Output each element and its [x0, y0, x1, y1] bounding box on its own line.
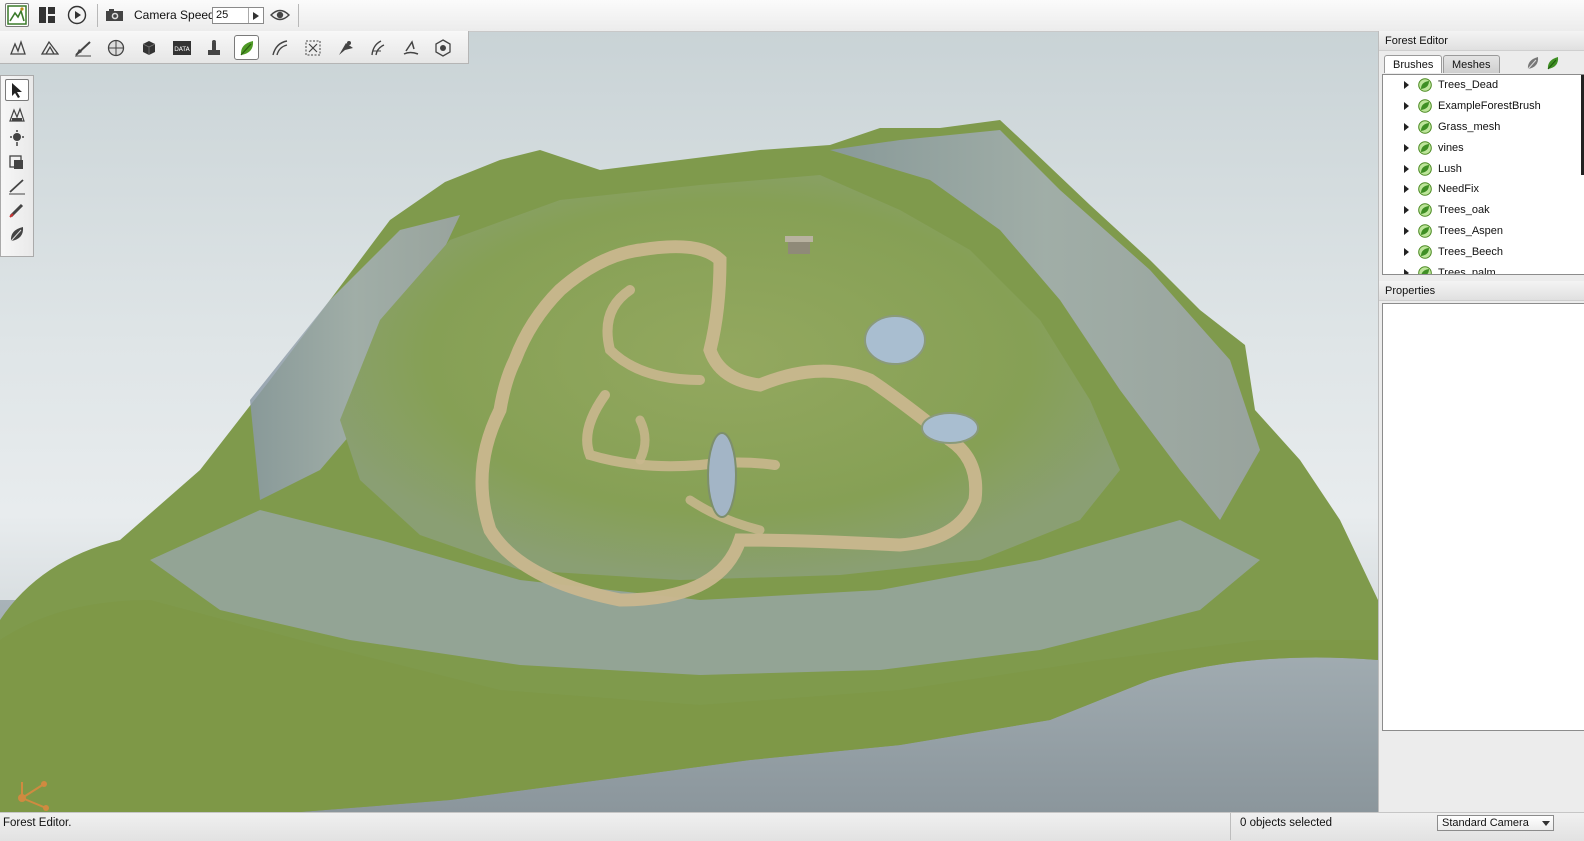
selection-count: 0 objects selected — [1230, 813, 1341, 840]
tab-meshes[interactable]: Meshes — [1443, 55, 1500, 73]
terrain-editor-icon[interactable] — [37, 35, 62, 60]
camera-icon[interactable] — [103, 3, 127, 27]
list-item[interactable]: Trees_Dead — [1383, 75, 1584, 96]
material-editor-icon[interactable] — [103, 35, 128, 60]
expand-arrow-icon[interactable] — [1404, 164, 1409, 173]
brush-label: NeedFix — [1438, 183, 1479, 196]
list-item[interactable]: Lush — [1383, 158, 1584, 179]
forest-brush-icon — [1418, 224, 1432, 238]
list-item[interactable]: Trees_palm — [1383, 262, 1584, 275]
chevron-down-icon — [1542, 821, 1550, 826]
camera-speed-arrow-icon[interactable] — [248, 8, 263, 23]
decal-editor-icon[interactable] — [333, 35, 358, 60]
road-editor-icon[interactable] — [267, 35, 292, 60]
forest-editor-icon[interactable] — [234, 35, 259, 60]
object-editor-icon[interactable] — [5, 35, 30, 60]
visibility-eye-icon[interactable] — [268, 3, 292, 27]
expand-arrow-icon[interactable] — [1404, 185, 1409, 194]
list-item[interactable]: vines — [1383, 137, 1584, 158]
list-item[interactable]: Trees_oak — [1383, 200, 1584, 221]
erase-brush-icon[interactable] — [5, 199, 29, 221]
brush-label: Grass_mesh — [1438, 120, 1501, 133]
erase-selected-icon[interactable] — [5, 223, 29, 245]
brush-label: Trees_Dead — [1438, 79, 1499, 92]
brush-label: Trees_Beech — [1438, 245, 1504, 258]
new-element-icon[interactable] — [1546, 56, 1560, 73]
properties-title: Properties — [1379, 281, 1584, 301]
camera-speed-label: Camera Speed — [134, 8, 215, 22]
main-toolbar: Camera Speed 25 — [0, 0, 1584, 32]
3d-viewport[interactable] — [0, 31, 1378, 812]
forest-brush-icon — [1418, 99, 1432, 113]
forest-brush-icon — [1418, 120, 1432, 134]
mesh-road-editor-icon[interactable] — [300, 35, 325, 60]
play-icon[interactable] — [65, 3, 89, 27]
forest-brush-icon — [1418, 161, 1432, 176]
river-editor-icon[interactable] — [365, 35, 390, 60]
forest-brush-icon — [1418, 203, 1432, 217]
list-item[interactable]: NeedFix — [1383, 179, 1584, 200]
list-item[interactable]: Grass_mesh — [1383, 117, 1584, 138]
camera-speed-value: 25 — [216, 9, 229, 21]
expand-arrow-icon[interactable] — [1404, 102, 1409, 111]
particle-editor-icon[interactable] — [201, 35, 226, 60]
expand-arrow-icon[interactable] — [1404, 226, 1409, 235]
forest-brush-icon — [1418, 265, 1432, 274]
brush-label: Trees_oak — [1438, 204, 1490, 217]
list-item[interactable]: Trees_Beech — [1383, 241, 1584, 262]
tool-palette — [0, 75, 34, 257]
svg-text:DATA: DATA — [174, 46, 190, 53]
forest-brush-icon — [1418, 78, 1432, 93]
tab-brushes[interactable]: Brushes — [1384, 55, 1443, 73]
brush-label: Lush — [1438, 162, 1462, 175]
forest-brush-icon — [1418, 244, 1432, 259]
forest-brush-icon — [1418, 140, 1432, 155]
sketch-tool-icon[interactable] — [136, 35, 161, 60]
list-item[interactable]: Trees_Aspen — [1383, 221, 1584, 242]
camera-mode-select[interactable]: Standard Camera — [1437, 815, 1554, 831]
expand-arrow-icon[interactable] — [1404, 81, 1409, 90]
expand-arrow-icon[interactable] — [1404, 206, 1409, 215]
world-editor-icon[interactable] — [5, 3, 29, 27]
editor-tools-toolbar: DATA — [0, 31, 469, 64]
brush-label: Trees_palm — [1438, 266, 1496, 275]
brush-label: vines — [1438, 141, 1464, 154]
paint-brush-icon[interactable] — [5, 175, 29, 197]
move-tool-icon[interactable] — [5, 103, 29, 125]
datablock-editor-icon[interactable]: DATA — [169, 35, 194, 60]
expand-arrow-icon[interactable] — [1404, 143, 1409, 152]
select-arrow-icon[interactable] — [5, 79, 29, 101]
properties-panel[interactable] — [1382, 303, 1584, 731]
forest-editor-title: Forest Editor — [1379, 31, 1584, 51]
status-bar: Forest Editor. 0 objects selected Standa… — [0, 812, 1584, 841]
status-text: Forest Editor. — [3, 817, 72, 829]
terrain-painter-icon[interactable] — [70, 35, 95, 60]
rotate-tool-icon[interactable] — [5, 127, 29, 149]
list-item[interactable]: ExampleForestBrush — [1383, 96, 1584, 117]
camera-mode-value: Standard Camera — [1442, 817, 1529, 829]
brush-tree-list[interactable]: Trees_Dead ExampleForestBrush Grass_mesh… — [1382, 74, 1584, 275]
expand-arrow-icon[interactable] — [1404, 247, 1409, 256]
brush-label: Trees_Aspen — [1438, 224, 1504, 237]
forest-brush-icon — [1418, 182, 1432, 197]
expand-arrow-icon[interactable] — [1404, 268, 1409, 274]
expand-arrow-icon[interactable] — [1404, 122, 1409, 131]
convex-editor-icon[interactable] — [430, 35, 455, 60]
gui-editor-icon[interactable] — [35, 3, 59, 27]
brush-label: ExampleForestBrush — [1438, 100, 1541, 113]
new-brush-icon[interactable] — [1526, 56, 1540, 73]
shape-editor-icon[interactable] — [398, 35, 423, 60]
scale-tool-icon[interactable] — [5, 151, 29, 173]
editor-sidebar: Forest Editor Brushes Meshes Trees_Dead … — [1378, 31, 1584, 812]
